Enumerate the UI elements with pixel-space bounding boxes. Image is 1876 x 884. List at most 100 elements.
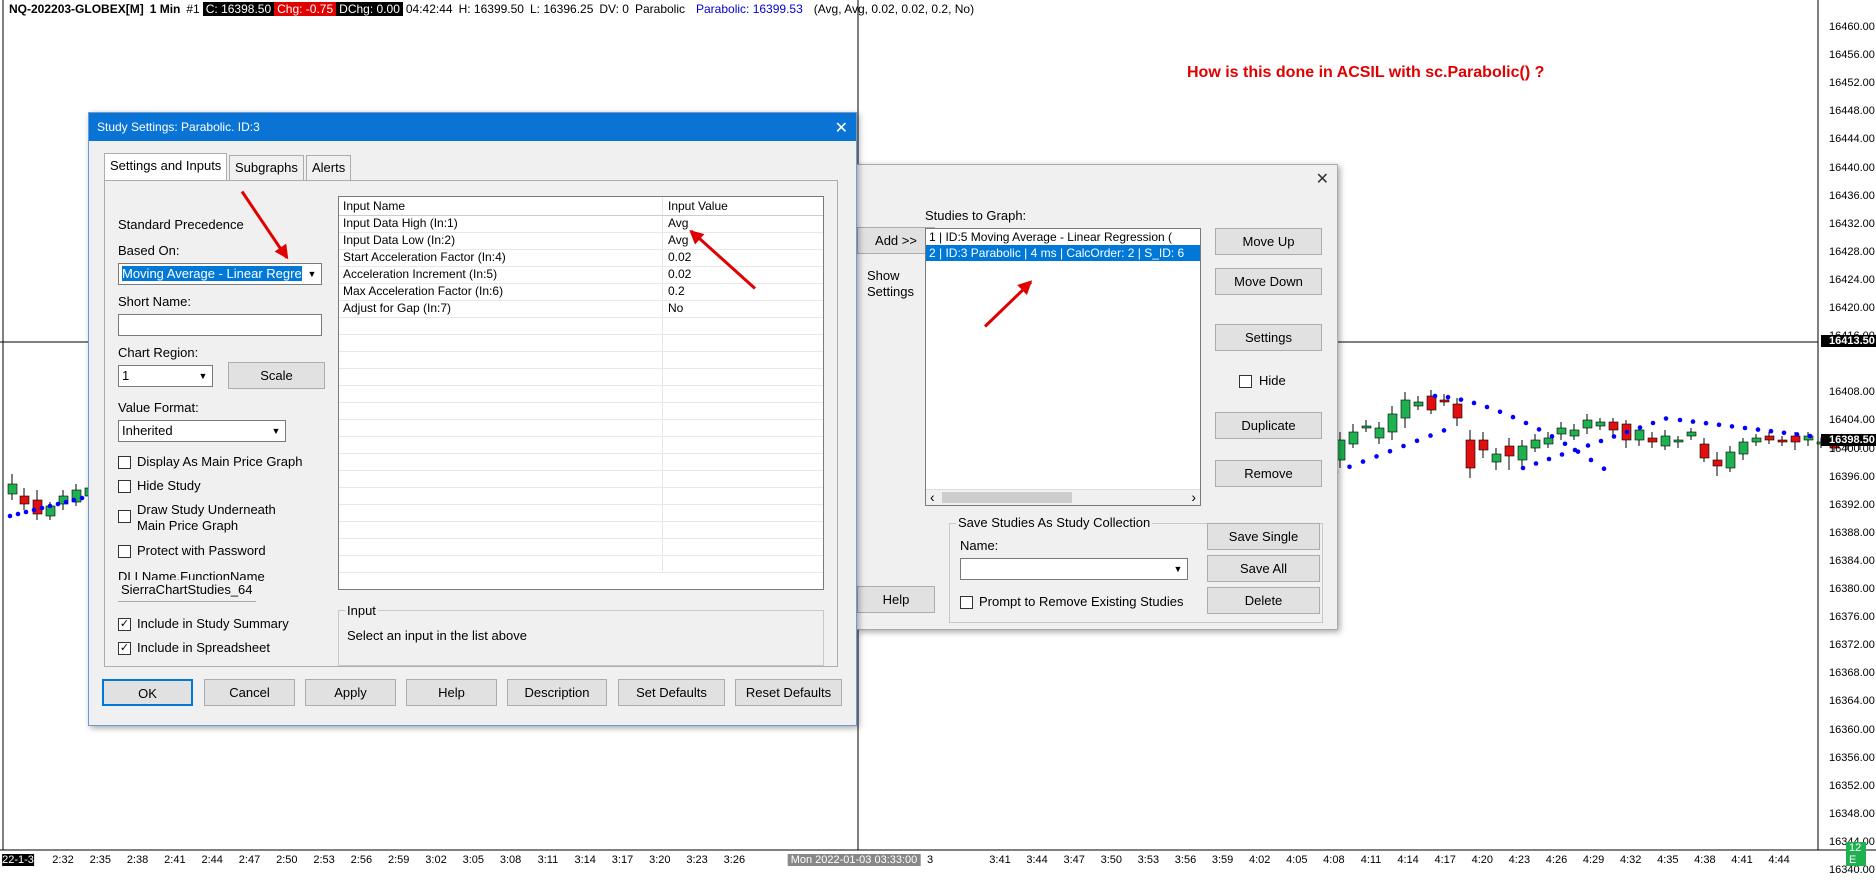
input-name-cell [339, 505, 663, 521]
collection-name-select[interactable]: ▼ [960, 558, 1188, 580]
sar-dot [1677, 417, 1683, 423]
sar-dot [1441, 428, 1447, 433]
table-row[interactable] [339, 437, 823, 454]
close-icon[interactable]: ✕ [835, 118, 848, 138]
save-single-button[interactable]: Save Single [1207, 523, 1320, 550]
time-label: 3:50 [1100, 854, 1123, 866]
table-row[interactable] [339, 556, 823, 573]
dll-input[interactable]: SierraChartStudies_64 [118, 580, 256, 602]
scrollbar-thumb[interactable] [942, 492, 1072, 503]
sar-dot [1755, 427, 1761, 432]
table-row[interactable] [339, 488, 823, 505]
tab-alerts[interactable]: Alerts [306, 155, 352, 180]
candle-body [1530, 439, 1541, 449]
tab-settings-and-inputs[interactable]: Settings and Inputs [104, 153, 228, 180]
table-row[interactable] [339, 335, 823, 352]
table-row[interactable] [339, 471, 823, 488]
horizontal-scrollbar[interactable]: ‹ › [926, 489, 1200, 505]
hide-checkbox[interactable] [1239, 375, 1252, 388]
short-name-input[interactable] [118, 314, 322, 336]
based-on-select[interactable]: Moving Average - Linear Regre ▼ [118, 263, 322, 285]
table-row[interactable] [339, 420, 823, 437]
move-up-button[interactable]: Move Up [1215, 228, 1322, 255]
time-label: 2:50 [276, 854, 298, 866]
chevron-down-icon[interactable]: ▼ [268, 422, 284, 440]
prompt-remove-checkbox[interactable] [960, 596, 973, 609]
table-row[interactable] [339, 505, 823, 522]
sar-dot [1484, 404, 1490, 410]
include-spreadsheet-checkbox[interactable]: ✓ [118, 642, 131, 655]
table-row[interactable] [339, 539, 823, 556]
include-summary-checkbox[interactable]: ✓ [118, 618, 131, 631]
sar-dot [1663, 416, 1669, 421]
duplicate-button[interactable]: Duplicate [1215, 412, 1322, 439]
display-main-graph-checkbox[interactable] [118, 456, 131, 469]
scroll-right-icon[interactable]: › [1191, 489, 1196, 505]
studies-list[interactable]: 1 | ID:5 Moving Average - Linear Regress… [925, 228, 1201, 506]
price-label: 16388.00 [1829, 526, 1875, 539]
inputs-table[interactable]: Input Name Input Value Input Data High (… [338, 196, 824, 590]
chevron-down-icon[interactable]: ▼ [304, 265, 320, 283]
table-row[interactable] [339, 454, 823, 471]
set-defaults-button[interactable]: Set Defaults [618, 679, 725, 706]
table-row[interactable]: Input Data Low (In:2) Avg [339, 233, 823, 250]
time-label: 3:47 [1063, 854, 1085, 866]
header-input-name[interactable]: Input Name [339, 197, 663, 215]
sar-dot [31, 507, 37, 513]
value-format-select[interactable]: Inherited ▼ [118, 420, 286, 442]
sar-dot [47, 503, 53, 509]
based-on-value: Moving Average - Linear Regre [122, 266, 302, 281]
tab-subgraphs[interactable]: Subgraphs [229, 155, 304, 180]
table-row[interactable]: Start Acceleration Factor (In:4) 0.02 [339, 250, 823, 267]
time-label: 2:47 [238, 854, 261, 866]
table-row[interactable]: Input Data High (In:1) Avg [339, 216, 823, 233]
input-name-cell: Adjust for Gap (In:7) [339, 301, 663, 317]
settings-button[interactable]: Settings [1215, 324, 1322, 351]
ok-button[interactable]: OK [102, 679, 193, 706]
table-row[interactable] [339, 318, 823, 335]
time-label: 2:59 [387, 854, 410, 866]
list-item[interactable]: 1 | ID:5 Moving Average - Linear Regress… [926, 229, 1200, 245]
candle-body [1647, 437, 1658, 443]
delete-button[interactable]: Delete [1207, 587, 1320, 614]
close-icon[interactable]: ✕ [1316, 169, 1329, 189]
chevron-down-icon[interactable]: ▼ [195, 367, 211, 385]
input-value-cell: 0.02 [668, 267, 692, 281]
add-button[interactable]: Add >> [857, 227, 935, 254]
save-all-button[interactable]: Save All [1207, 555, 1320, 582]
description-button[interactable]: Description [507, 679, 607, 706]
list-item-selected[interactable]: 2 | ID:3 Parabolic | 4 ms | CalcOrder: 2… [926, 245, 1200, 261]
table-row[interactable] [339, 352, 823, 369]
scale-button[interactable]: Scale [228, 362, 325, 389]
remove-button[interactable]: Remove [1215, 460, 1322, 487]
apply-button[interactable]: Apply [305, 679, 396, 706]
chevron-down-icon[interactable]: ▼ [1170, 560, 1186, 578]
table-row[interactable]: Adjust for Gap (In:7) No [339, 301, 823, 318]
sar-dot [1374, 454, 1379, 459]
header-input-value[interactable]: Input Value [663, 197, 728, 215]
scroll-left-icon[interactable]: ‹ [930, 489, 935, 505]
draw-underneath-checkbox[interactable] [118, 510, 131, 523]
reset-defaults-button[interactable]: Reset Defaults [735, 679, 842, 706]
input-value-cell [663, 403, 668, 419]
dialog-title-bar[interactable]: Study Settings: Parabolic. ID:3 ✕ [89, 113, 856, 141]
table-row[interactable] [339, 369, 823, 386]
help-button[interactable]: Help [857, 586, 935, 613]
table-row[interactable] [339, 522, 823, 539]
hide-study-checkbox[interactable] [118, 480, 131, 493]
protect-password-checkbox[interactable] [118, 545, 131, 558]
price-label: 16413.50 [1821, 335, 1876, 347]
table-row[interactable] [339, 403, 823, 420]
move-down-button[interactable]: Move Down [1215, 268, 1322, 295]
sar-dot [7, 513, 13, 519]
sar-dot [71, 497, 77, 503]
time-label: 2:44 [201, 854, 223, 866]
candle-body [1634, 429, 1645, 441]
table-row[interactable] [339, 386, 823, 403]
chart-region-select[interactable]: 1 ▼ [118, 365, 213, 387]
price-label: 16384.00 [1829, 554, 1875, 567]
cancel-button[interactable]: Cancel [204, 679, 295, 706]
help-button[interactable]: Help [406, 679, 497, 706]
time-label: 3:23 [686, 854, 708, 866]
change-value: Chg: -0.75 [274, 2, 337, 16]
